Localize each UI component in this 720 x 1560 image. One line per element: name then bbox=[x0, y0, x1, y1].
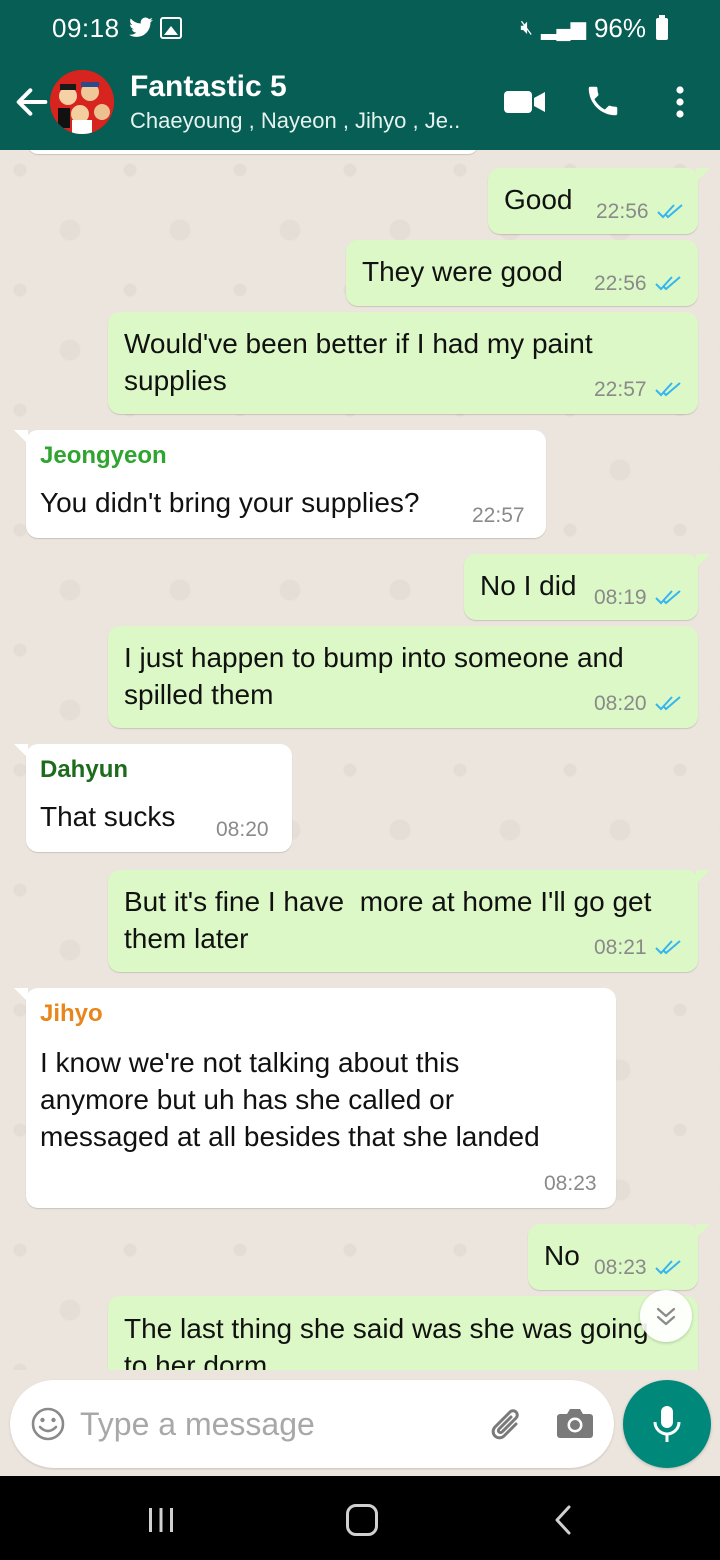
back-arrow-icon[interactable] bbox=[12, 82, 52, 122]
message-time: 08:23 bbox=[544, 1172, 597, 1195]
mic-button[interactable] bbox=[623, 1380, 711, 1468]
message-bubble-outgoing[interactable]: No 08:23 bbox=[528, 1224, 710, 1290]
message-text: That sucks bbox=[40, 801, 176, 832]
double-tick-icon bbox=[654, 696, 681, 711]
sender-name[interactable]: Jeongyeon bbox=[40, 442, 167, 470]
message-time: 08:20 bbox=[216, 818, 269, 841]
message-text: You didn't bring your supplies? bbox=[40, 487, 420, 518]
message-text-line: them later bbox=[124, 923, 249, 954]
message-text: No bbox=[544, 1240, 580, 1271]
message-text-line: supplies bbox=[124, 365, 227, 396]
message-compose-bar bbox=[10, 1380, 614, 1468]
message-time: 08:19 bbox=[594, 586, 681, 610]
message-text-line: I know we're not talking about this bbox=[40, 1047, 460, 1078]
message-text-line: messaged at all besides that she landed bbox=[40, 1121, 540, 1152]
message-text-line: But it's fine I have more at home I'll g… bbox=[124, 886, 652, 917]
sender-name[interactable]: Jihyo bbox=[40, 1000, 103, 1028]
home-button-icon[interactable] bbox=[346, 1504, 378, 1536]
message-time: 08:21 bbox=[594, 936, 681, 960]
chat-members[interactable]: Chaeyoung , Nayeon , Jihyo , Je.. bbox=[130, 108, 460, 134]
message-text: They were good bbox=[362, 256, 563, 287]
message-bubble-incoming[interactable]: Dahyun That sucks 08:20 bbox=[14, 744, 292, 852]
message-bubble-outgoing[interactable]: But it's fine I have more at home I'll g… bbox=[108, 870, 710, 972]
message-time: 08:20 bbox=[594, 692, 681, 716]
gallery-icon bbox=[160, 17, 182, 39]
double-tick-icon bbox=[654, 276, 681, 291]
mic-icon bbox=[653, 1406, 681, 1442]
message-time: 22:57 bbox=[472, 504, 525, 527]
twitter-icon bbox=[129, 17, 153, 37]
message-list[interactable]: Good 22:56 They were good 22:56 Would've… bbox=[0, 150, 720, 1370]
message-time: 22:57 bbox=[594, 378, 681, 402]
double-tick-icon bbox=[656, 204, 683, 219]
attach-icon[interactable] bbox=[488, 1402, 528, 1446]
recent-apps-icon[interactable] bbox=[146, 1506, 176, 1534]
video-call-icon[interactable] bbox=[503, 88, 547, 116]
phone-icon[interactable] bbox=[584, 82, 622, 120]
emoji-icon[interactable] bbox=[30, 1406, 66, 1442]
message-text-line: Would've been better if I had my paint bbox=[124, 328, 593, 359]
message-time: 22:56 bbox=[596, 200, 683, 224]
battery-percent: 96% bbox=[593, 13, 646, 43]
camera-icon[interactable] bbox=[556, 1406, 594, 1440]
message-input[interactable] bbox=[80, 1400, 470, 1448]
mute-icon: 🔇︎ bbox=[520, 17, 534, 39]
double-tick-icon bbox=[654, 940, 681, 955]
scroll-down-icon[interactable] bbox=[640, 1290, 692, 1342]
signal-icon: ▂▄▆ bbox=[541, 18, 586, 40]
message-bubble-incoming[interactable]: Jeongyeon You didn't bring your supplies… bbox=[14, 430, 546, 538]
system-back-icon[interactable] bbox=[552, 1504, 574, 1536]
message-bubble-outgoing[interactable]: The last thing she said was she was goin… bbox=[108, 1296, 698, 1370]
message-bubble-incoming[interactable]: Jihyo I know we're not talking about thi… bbox=[14, 988, 616, 1208]
previous-message-edge bbox=[28, 150, 478, 154]
message-time: 22:56 bbox=[594, 272, 681, 296]
status-time: 09:18 bbox=[52, 13, 120, 43]
chat-title[interactable]: Fantastic 5 bbox=[130, 70, 287, 104]
group-avatar[interactable] bbox=[50, 70, 114, 134]
message-text-line: spilled them bbox=[124, 679, 274, 710]
system-nav-bar bbox=[0, 1476, 720, 1560]
battery-icon bbox=[656, 14, 668, 40]
status-bar: 09:18 🔇︎ ▂▄▆ 96% bbox=[0, 0, 720, 58]
double-tick-icon bbox=[654, 1260, 681, 1275]
message-text: No I did bbox=[480, 570, 577, 601]
chat-header: Fantastic 5 Chaeyoung , Nayeon , Jihyo ,… bbox=[0, 58, 720, 150]
message-text-line: anymore but uh has she called or bbox=[40, 1084, 455, 1115]
message-bubble-outgoing[interactable]: Would've been better if I had my paint s… bbox=[108, 312, 698, 414]
message-text-line: I just happen to bump into someone and bbox=[124, 642, 624, 673]
status-right: 🔇︎ ▂▄▆ 96% bbox=[520, 13, 668, 44]
message-text: Good bbox=[504, 184, 573, 215]
message-bubble-outgoing[interactable]: Good 22:56 bbox=[488, 168, 710, 234]
message-time: 08:23 bbox=[594, 1256, 681, 1280]
double-tick-icon bbox=[654, 382, 681, 397]
message-bubble-outgoing[interactable]: I just happen to bump into someone and s… bbox=[108, 626, 698, 728]
message-bubble-outgoing[interactable]: They were good 22:56 bbox=[346, 240, 698, 306]
more-vert-icon[interactable] bbox=[670, 82, 690, 122]
message-bubble-outgoing[interactable]: No I did 08:19 bbox=[464, 554, 710, 620]
message-text-line: to her dorm bbox=[124, 1350, 268, 1370]
double-tick-icon bbox=[654, 590, 681, 605]
sender-name[interactable]: Dahyun bbox=[40, 756, 128, 784]
message-text-line: The last thing she said was she was goin… bbox=[124, 1313, 649, 1344]
